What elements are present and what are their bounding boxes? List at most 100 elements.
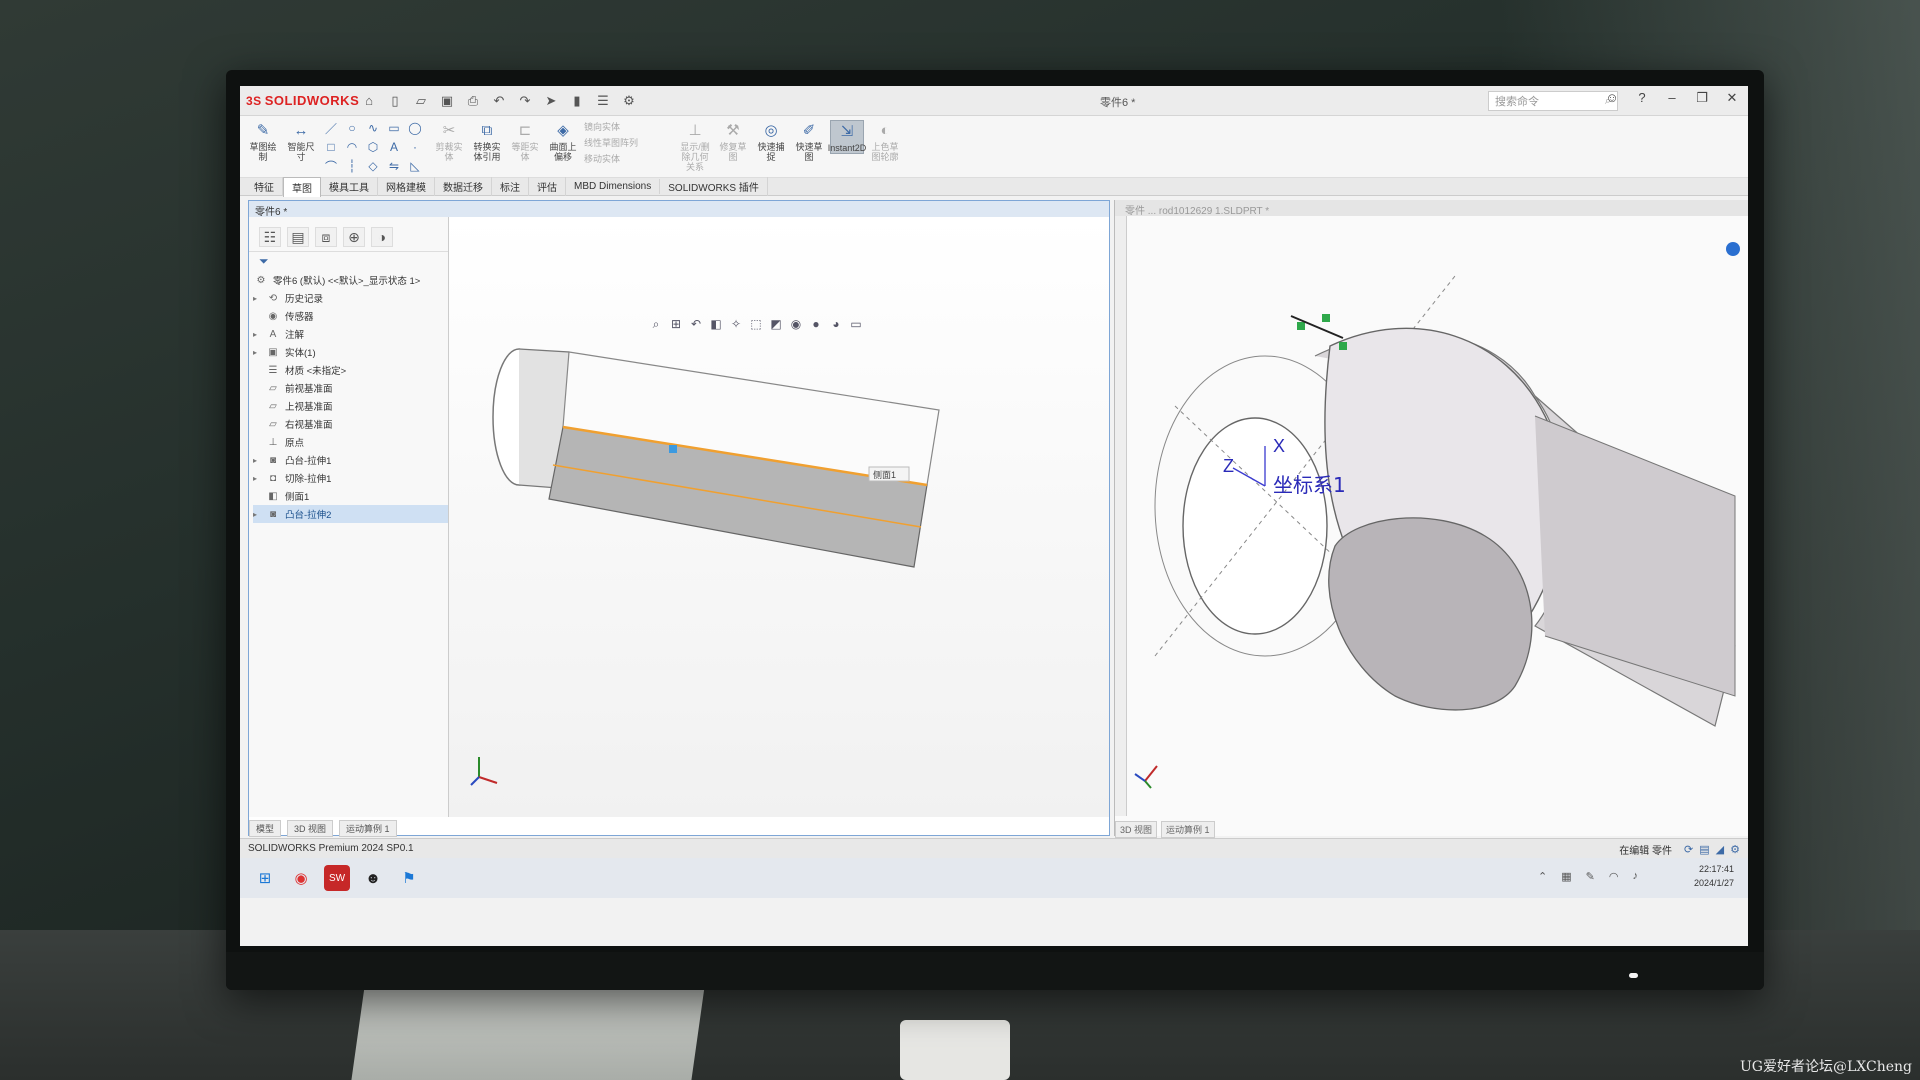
units-icon[interactable]: ▤ bbox=[1699, 843, 1709, 856]
zoom-fit-icon[interactable]: ⌕ bbox=[649, 317, 663, 332]
sketch-point-handle[interactable] bbox=[1339, 342, 1347, 350]
centerline-icon[interactable]: ┆ bbox=[343, 158, 361, 174]
circle-icon[interactable]: ○ bbox=[343, 120, 361, 136]
tab-3d-view[interactable]: 3D 视图 bbox=[1115, 821, 1158, 838]
view-settings-icon[interactable]: ▭ bbox=[849, 317, 863, 332]
tab-data-migration[interactable]: 数据迁移 bbox=[435, 177, 492, 196]
view-orientation-icon[interactable]: ⬚ bbox=[749, 317, 763, 332]
ribbon-button-offset[interactable]: ⊏ 等距实体 bbox=[508, 120, 542, 162]
left-graphics-area[interactable]: 侧面1 bbox=[449, 217, 1109, 817]
ellipse-icon[interactable]: ◯ bbox=[406, 120, 424, 136]
tree-item[interactable]: ▸ ◘ 切除-拉伸1 bbox=[253, 469, 448, 487]
save-icon[interactable]: ▣ bbox=[438, 92, 456, 110]
tab-mbd[interactable]: MBD Dimensions bbox=[566, 179, 661, 194]
app-logo[interactable]: 3S SOLIDWORKS bbox=[246, 89, 359, 113]
ribbon-button-repair[interactable]: ⚒ 修复草图 bbox=[716, 120, 750, 162]
dynamic-annotation-icon[interactable]: ✧ bbox=[729, 317, 743, 332]
volume-icon[interactable]: ♪ bbox=[1633, 870, 1639, 883]
tree-item-selected[interactable]: ▸ ◙ 凸台-拉伸2 bbox=[253, 505, 448, 523]
zoom-area-icon[interactable]: ⊞ bbox=[669, 317, 683, 332]
config-manager-icon[interactable]: ⧈ bbox=[315, 227, 337, 247]
redo-icon[interactable]: ↷ bbox=[516, 92, 534, 110]
ribbon-button-trim[interactable]: ✂ 剪裁实体 bbox=[432, 120, 466, 162]
tree-item[interactable]: ▸ ▣ 实体(1) bbox=[253, 343, 448, 361]
ribbon-button-instant2d[interactable]: ⇲ Instant2D bbox=[828, 120, 866, 154]
sketch-handle[interactable] bbox=[669, 445, 677, 453]
tab-mesh-modeling[interactable]: 网格建模 bbox=[378, 177, 435, 196]
chamfer-icon[interactable]: ◺ bbox=[406, 158, 424, 174]
mirror-entities-item[interactable]: 镜向实体 bbox=[584, 120, 668, 133]
close-icon[interactable]: ✕ bbox=[1722, 90, 1742, 106]
tab-model[interactable]: 模型 bbox=[249, 820, 282, 837]
help-icon[interactable]: ? bbox=[1632, 90, 1652, 106]
sketch-point-handle[interactable] bbox=[1297, 322, 1305, 330]
tab-addins[interactable]: SOLIDWORKS 插件 bbox=[660, 177, 768, 196]
display-manager-icon[interactable]: ◑ bbox=[371, 227, 393, 247]
sketch-point-handle[interactable] bbox=[1322, 314, 1330, 322]
right-part-model[interactable]: X Z 坐标系1 bbox=[1115, 216, 1748, 832]
line-icon[interactable]: ／ bbox=[322, 120, 340, 136]
hide-show-icon[interactable]: ◉ bbox=[789, 317, 803, 332]
search-input[interactable]: 搜索命令 ⌕ bbox=[1488, 91, 1618, 111]
traffic-light-icon[interactable]: ▮ bbox=[568, 92, 586, 110]
feature-tree-icon[interactable]: ☷ bbox=[259, 227, 281, 247]
chrome-icon[interactable]: ◉ bbox=[288, 865, 314, 891]
tree-item[interactable]: ⊥ 原点 bbox=[253, 433, 448, 451]
left-part-model[interactable]: 侧面1 bbox=[449, 217, 1109, 817]
minimize-icon[interactable]: – bbox=[1662, 90, 1682, 106]
slot-icon[interactable]: ▭ bbox=[385, 120, 403, 136]
plane-icon[interactable]: ◇ bbox=[364, 158, 382, 174]
scene-icon[interactable]: ◕ bbox=[829, 317, 843, 332]
file-props-icon[interactable]: ☰ bbox=[594, 92, 612, 110]
arc-icon[interactable]: ◠ bbox=[343, 139, 361, 155]
ribbon-button-relations[interactable]: ⊥ 显示/删除几何关系 bbox=[678, 120, 712, 172]
tree-item[interactable]: ◧ 侧面1 bbox=[253, 487, 448, 505]
filter-icon[interactable]: ⏷ bbox=[249, 252, 448, 271]
qq-icon[interactable]: ☻ bbox=[360, 865, 386, 891]
tab-features[interactable]: 特征 bbox=[246, 177, 283, 196]
print-icon[interactable]: ⎙ bbox=[464, 92, 482, 110]
tab-motion-study[interactable]: 运动算例 1 bbox=[339, 820, 397, 837]
spline-icon[interactable]: ∿ bbox=[364, 120, 382, 136]
customize-icon[interactable]: ◢ bbox=[1716, 843, 1724, 856]
home-icon[interactable]: ⌂ bbox=[360, 92, 378, 110]
polygon-icon[interactable]: ⬡ bbox=[364, 139, 382, 155]
tree-item[interactable]: ◉ 传感器 bbox=[253, 307, 448, 325]
point-icon[interactable]: · bbox=[406, 139, 424, 155]
settings-icon[interactable]: ⚙ bbox=[1730, 843, 1740, 856]
pen-icon[interactable]: ✎ bbox=[1586, 870, 1595, 883]
mirror-icon[interactable]: ⇋ bbox=[385, 158, 403, 174]
tree-item[interactable]: ▱ 前视基准面 bbox=[253, 379, 448, 397]
keyboard-icon[interactable]: ▦ bbox=[1561, 870, 1571, 883]
fillet-icon[interactable]: ⌒ bbox=[322, 158, 340, 174]
tree-item[interactable]: ☰ 材质 <未指定> bbox=[253, 361, 448, 379]
tab-evaluate[interactable]: 评估 bbox=[529, 177, 566, 196]
coordinate-system-label[interactable]: 坐标系1 bbox=[1273, 473, 1346, 497]
ribbon-button-shaded-sketch[interactable]: ◐ 上色草图轮廓 bbox=[868, 120, 902, 162]
tab-sketch[interactable]: 草图 bbox=[283, 176, 321, 197]
options-icon[interactable]: ⚙ bbox=[620, 92, 638, 110]
tree-item[interactable]: ▸ ⟲ 历史记录 bbox=[253, 289, 448, 307]
section-view-icon[interactable]: ◧ bbox=[709, 317, 723, 332]
ribbon-button-rapid-sketch[interactable]: ✐ 快速草图 bbox=[792, 120, 826, 162]
tab-motion-study[interactable]: 运动算例 1 bbox=[1161, 821, 1215, 838]
ribbon-button-smart-dimension[interactable]: ↔ 智能尺寸 bbox=[284, 120, 318, 162]
appearance-icon[interactable]: ● bbox=[809, 317, 823, 332]
tree-item[interactable]: ▸ ◙ 凸台-拉伸1 bbox=[253, 451, 448, 469]
clock[interactable]: 22:17:41 2024/1/27 bbox=[1694, 862, 1734, 890]
ribbon-button-surface-offset[interactable]: ◈ 曲面上偏移 bbox=[546, 120, 580, 162]
user-icon[interactable]: ☺ bbox=[1602, 90, 1622, 106]
tree-root[interactable]: ⚙ 零件6 (默认) <<默认>_显示状态 1> bbox=[253, 271, 448, 289]
previous-view-icon[interactable]: ↶ bbox=[689, 317, 703, 332]
tray-chevron-icon[interactable]: ⌃ bbox=[1538, 870, 1547, 883]
tab-markup[interactable]: 标注 bbox=[492, 177, 529, 196]
move-entities-item[interactable]: 移动实体 bbox=[584, 152, 668, 165]
wifi-icon[interactable]: ◠ bbox=[1609, 870, 1619, 883]
solidworks-taskbar-icon[interactable]: SW bbox=[324, 865, 350, 891]
display-style-icon[interactable]: ◩ bbox=[769, 317, 783, 332]
windows-start-icon[interactable]: ⊞ bbox=[252, 865, 278, 891]
rebuild-icon[interactable]: ⟳ bbox=[1684, 843, 1693, 856]
dimxpert-icon[interactable]: ⊕ bbox=[343, 227, 365, 247]
ribbon-button-quick-snap[interactable]: ◎ 快速捕捉 bbox=[754, 120, 788, 162]
tab-mold-tools[interactable]: 模具工具 bbox=[321, 177, 378, 196]
